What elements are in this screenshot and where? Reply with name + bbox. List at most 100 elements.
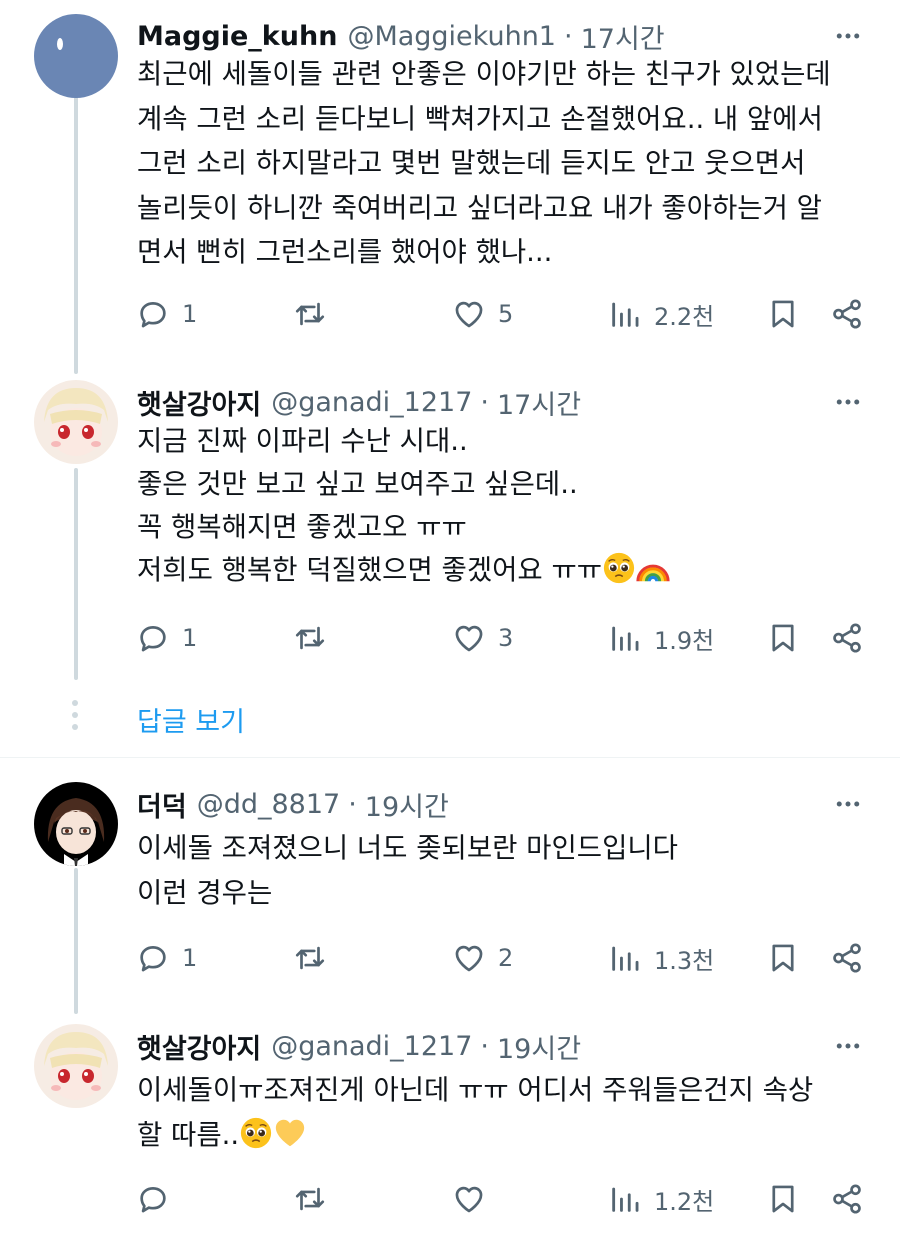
more-options-icon[interactable] xyxy=(832,1030,864,1062)
like-count: 5 xyxy=(498,300,514,328)
bookmark-icon xyxy=(772,624,794,652)
tweet-text: 최근에 세돌이들 관련 안좋은 이야기만 하는 친구가 있었는데 계속 그런 소… xyxy=(137,52,877,275)
bookmark-icon xyxy=(772,1185,794,1213)
avatar[interactable] xyxy=(34,782,118,866)
tweet[interactable]: 햇살강아지 @ganadi_1217 · 19시간 이세돌이ㅠ조져진게 아닌데 … xyxy=(0,1024,900,1229)
avatar[interactable] xyxy=(34,1024,118,1108)
views-button[interactable]: 1.2천 xyxy=(608,1179,714,1219)
thread-dots xyxy=(72,700,78,736)
like-button[interactable]: 3 xyxy=(452,618,513,658)
text-line: 이세돌이ㅠ조져진게 아닌데 ㅠㅠ 어디서 주워들은건지 속상 xyxy=(137,1074,814,1106)
tweet-header: 더덕 @dd_8817 · 19시간 xyxy=(137,782,449,826)
view-count: 1.3천 xyxy=(654,946,715,975)
text-line: 할 따름.. xyxy=(137,1113,877,1158)
bookmark-button[interactable] xyxy=(766,1179,800,1219)
reply-button[interactable]: 1 xyxy=(136,618,197,658)
like-count: 3 xyxy=(498,624,514,652)
text-line: 이세돌 조져졌으니 너도 좆되보란 마인드입니다 xyxy=(137,832,678,864)
like-button[interactable]: 2 xyxy=(452,938,513,978)
text-line: 그런 소리 하지말라고 몇번 말했는데 듣지도 안고 웃으면서 xyxy=(137,147,806,179)
tweet-text: 지금 진짜 이파리 수난 시대.. 좋은 것만 보고 싶고 보여주고 싶은데..… xyxy=(137,420,877,592)
text-line: 면서 뻔히 그런소리를 했어야 했나... xyxy=(137,236,553,268)
views-icon xyxy=(612,302,639,327)
bookmark-icon xyxy=(772,944,794,972)
bookmark-button[interactable] xyxy=(766,618,800,658)
display-name[interactable]: 햇살강아지 xyxy=(137,383,261,422)
separator: · xyxy=(480,1030,489,1062)
retweet-icon xyxy=(295,626,325,650)
reply-count: 1 xyxy=(182,300,198,328)
retweet-icon xyxy=(295,302,325,326)
like-count: 2 xyxy=(498,944,514,972)
more-options-icon[interactable] xyxy=(832,20,864,52)
share-button[interactable] xyxy=(830,618,864,658)
reply-count: 1 xyxy=(182,624,198,652)
action-bar: 1 5 2.2천 xyxy=(0,294,900,334)
action-bar: 1 3 1.9천 xyxy=(0,618,900,658)
action-bar: 1 2 1.3천 xyxy=(0,938,900,978)
text-line: 계속 그런 소리 듣다보니 빡쳐가지고 손절했어요.. 내 앞에서 xyxy=(137,102,823,135)
timestamp[interactable]: 19시간 xyxy=(365,785,449,824)
reply-count: 1 xyxy=(182,944,198,972)
views-button[interactable]: 2.2천 xyxy=(608,294,714,334)
more-options-icon[interactable] xyxy=(832,386,864,418)
thread-line xyxy=(74,468,78,680)
handle[interactable]: @dd_8817 xyxy=(197,789,341,820)
text-line: 좋은 것만 보고 싶고 보여주고 싶은데.. xyxy=(137,468,578,500)
retweet-button[interactable] xyxy=(293,1179,339,1219)
timestamp[interactable]: 19시간 xyxy=(497,1027,581,1066)
avatar[interactable] xyxy=(34,380,118,464)
more-options-icon[interactable] xyxy=(832,788,864,820)
share-button[interactable] xyxy=(830,294,864,334)
text-line: 최근에 세돌이들 관련 안좋은 이야기만 하는 친구가 있었는데 xyxy=(137,58,831,90)
display-name[interactable]: 햇살강아지 xyxy=(137,1027,261,1066)
text-line: 저희도 행복한 덕질했으면 좋겠어요 ㅠㅠ xyxy=(137,549,877,592)
reply-button[interactable]: 1 xyxy=(136,294,197,334)
views-icon xyxy=(612,946,639,971)
pleading-face-emoji xyxy=(603,552,635,584)
tweet-header: 햇살강아지 @ganadi_1217 · 19시간 xyxy=(137,1024,581,1068)
bookmark-button[interactable] xyxy=(766,294,800,334)
tweet[interactable]: 햇살강아지 @ganadi_1217 · 17시간 지금 진짜 이파리 수난 시… xyxy=(0,380,900,680)
timestamp[interactable]: 17시간 xyxy=(581,17,665,56)
retweet-icon xyxy=(295,1187,325,1211)
handle[interactable]: @Maggiekuhn1 xyxy=(347,21,556,52)
share-icon xyxy=(833,1184,861,1214)
share-icon xyxy=(833,943,861,973)
retweet-button[interactable] xyxy=(293,938,339,978)
text-line: 지금 진짜 이파리 수난 시대.. xyxy=(137,425,468,457)
tweet[interactable]: 더덕 @dd_8817 · 19시간 이세돌 조져졌으니 너도 좆되보란 마인드… xyxy=(0,782,900,982)
divider xyxy=(0,757,900,758)
text-line: 놀리듯이 하니깐 죽여버리고 싶더라고요 내가 좋아하는거 알 xyxy=(137,191,822,224)
views-button[interactable]: 1.9천 xyxy=(608,618,714,658)
text-line: 이런 경우는 xyxy=(137,876,273,909)
like-button[interactable] xyxy=(452,1179,498,1219)
share-icon xyxy=(833,299,861,329)
reply-button[interactable] xyxy=(136,1179,182,1219)
bookmark-button[interactable] xyxy=(766,938,800,978)
share-icon xyxy=(833,623,861,653)
show-replies-link[interactable]: 답글 보기 xyxy=(137,700,245,739)
separator: · xyxy=(564,20,573,52)
views-button[interactable]: 1.3천 xyxy=(608,938,714,978)
retweet-button[interactable] xyxy=(293,294,339,334)
display-name[interactable]: Maggie_kuhn xyxy=(137,21,337,52)
avatar[interactable] xyxy=(34,14,118,98)
action-bar: 1.2천 xyxy=(0,1179,900,1219)
heart-icon xyxy=(455,945,483,972)
tweet-text: 이세돌 조져졌으니 너도 좆되보란 마인드입니다 이런 경우는 xyxy=(137,826,877,915)
handle[interactable]: @ganadi_1217 xyxy=(271,387,472,418)
timestamp[interactable]: 17시간 xyxy=(497,383,581,422)
retweet-button[interactable] xyxy=(293,618,339,658)
share-button[interactable] xyxy=(830,1179,864,1219)
tweet[interactable]: Maggie_kuhn @Maggiekuhn1 · 17시간 최근에 세돌이들… xyxy=(0,14,900,344)
display-name[interactable]: 더덕 xyxy=(137,785,187,824)
share-button[interactable] xyxy=(830,938,864,978)
reply-icon xyxy=(140,626,166,652)
heart-icon xyxy=(455,301,483,328)
heart-icon xyxy=(455,1186,483,1213)
reply-button[interactable]: 1 xyxy=(136,938,197,978)
handle[interactable]: @ganadi_1217 xyxy=(271,1031,472,1062)
view-count: 1.9천 xyxy=(654,626,715,655)
like-button[interactable]: 5 xyxy=(452,294,513,334)
